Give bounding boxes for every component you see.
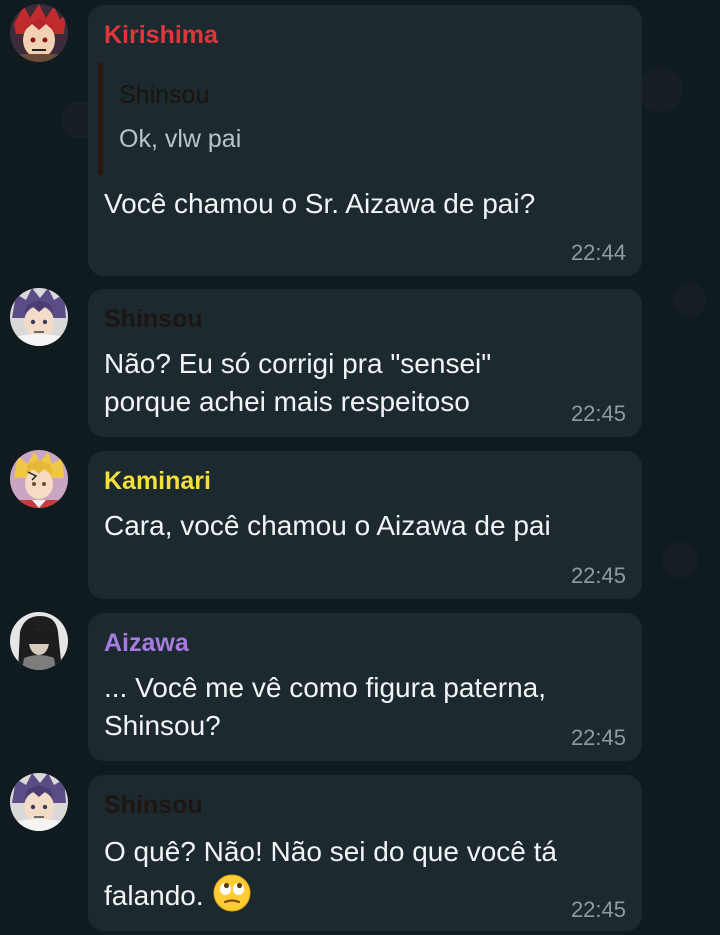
message-text-line: Não? Eu só corrigi pra "sensei" <box>104 348 492 379</box>
message-text-line: Você chamou o Sr. Aizawa de pai? <box>104 188 536 219</box>
reply-text: Ok, vlw pai <box>119 125 242 153</box>
shinsou-avatar[interactable] <box>10 288 68 346</box>
message-bubble[interactable]: Shinsou O quê? Não! Não sei do que você … <box>88 775 642 931</box>
sender-name[interactable]: Aizawa <box>104 629 189 658</box>
message-time: 22:45 <box>570 563 626 588</box>
reply-quote[interactable]: Shinsou Ok, vlw pai <box>98 63 403 175</box>
message-time: 22:44 <box>570 240 626 265</box>
message-bubble[interactable]: Kirishima Shinsou Ok, vlw pai Você chamo… <box>88 5 642 276</box>
message-text-line: ... Você me vê como figura paterna, <box>104 672 547 703</box>
message-bubble[interactable]: Kaminari Cara, você chamou o Aizawa de p… <box>88 451 642 599</box>
sender-name[interactable]: Shinsou <box>104 791 203 820</box>
kirishima-avatar[interactable] <box>10 4 68 62</box>
message-bubble[interactable]: Shinsou Não? Eu só corrigi pra "sensei" … <box>88 289 642 437</box>
eye-roll-emoji <box>212 873 252 913</box>
aizawa-avatar[interactable] <box>10 612 68 670</box>
message-text-line: O quê? Não! Não sei do que você tá <box>104 836 557 867</box>
message-text-line: Cara, você chamou o Aizawa de pai <box>104 510 551 541</box>
message-text-fragment: falando. <box>104 880 204 911</box>
message-text-line: porque achei mais respeitoso <box>104 386 470 417</box>
message-time: 22:45 <box>570 725 626 750</box>
message-time: 22:45 <box>570 401 626 426</box>
reply-sender-name: Shinsou <box>119 81 210 109</box>
message-time: 22:45 <box>570 897 626 922</box>
message-bubble[interactable]: Aizawa ... Você me vê como figura patern… <box>88 613 642 761</box>
sender-name[interactable]: Kaminari <box>104 467 211 496</box>
kaminari-avatar[interactable] <box>10 450 68 508</box>
message-text-line: falando. <box>104 873 252 915</box>
sender-name[interactable]: Shinsou <box>104 305 203 334</box>
sender-name[interactable]: Kirishima <box>104 21 218 50</box>
shinsou-avatar[interactable] <box>10 773 68 831</box>
message-text-line: Shinsou? <box>104 710 221 741</box>
